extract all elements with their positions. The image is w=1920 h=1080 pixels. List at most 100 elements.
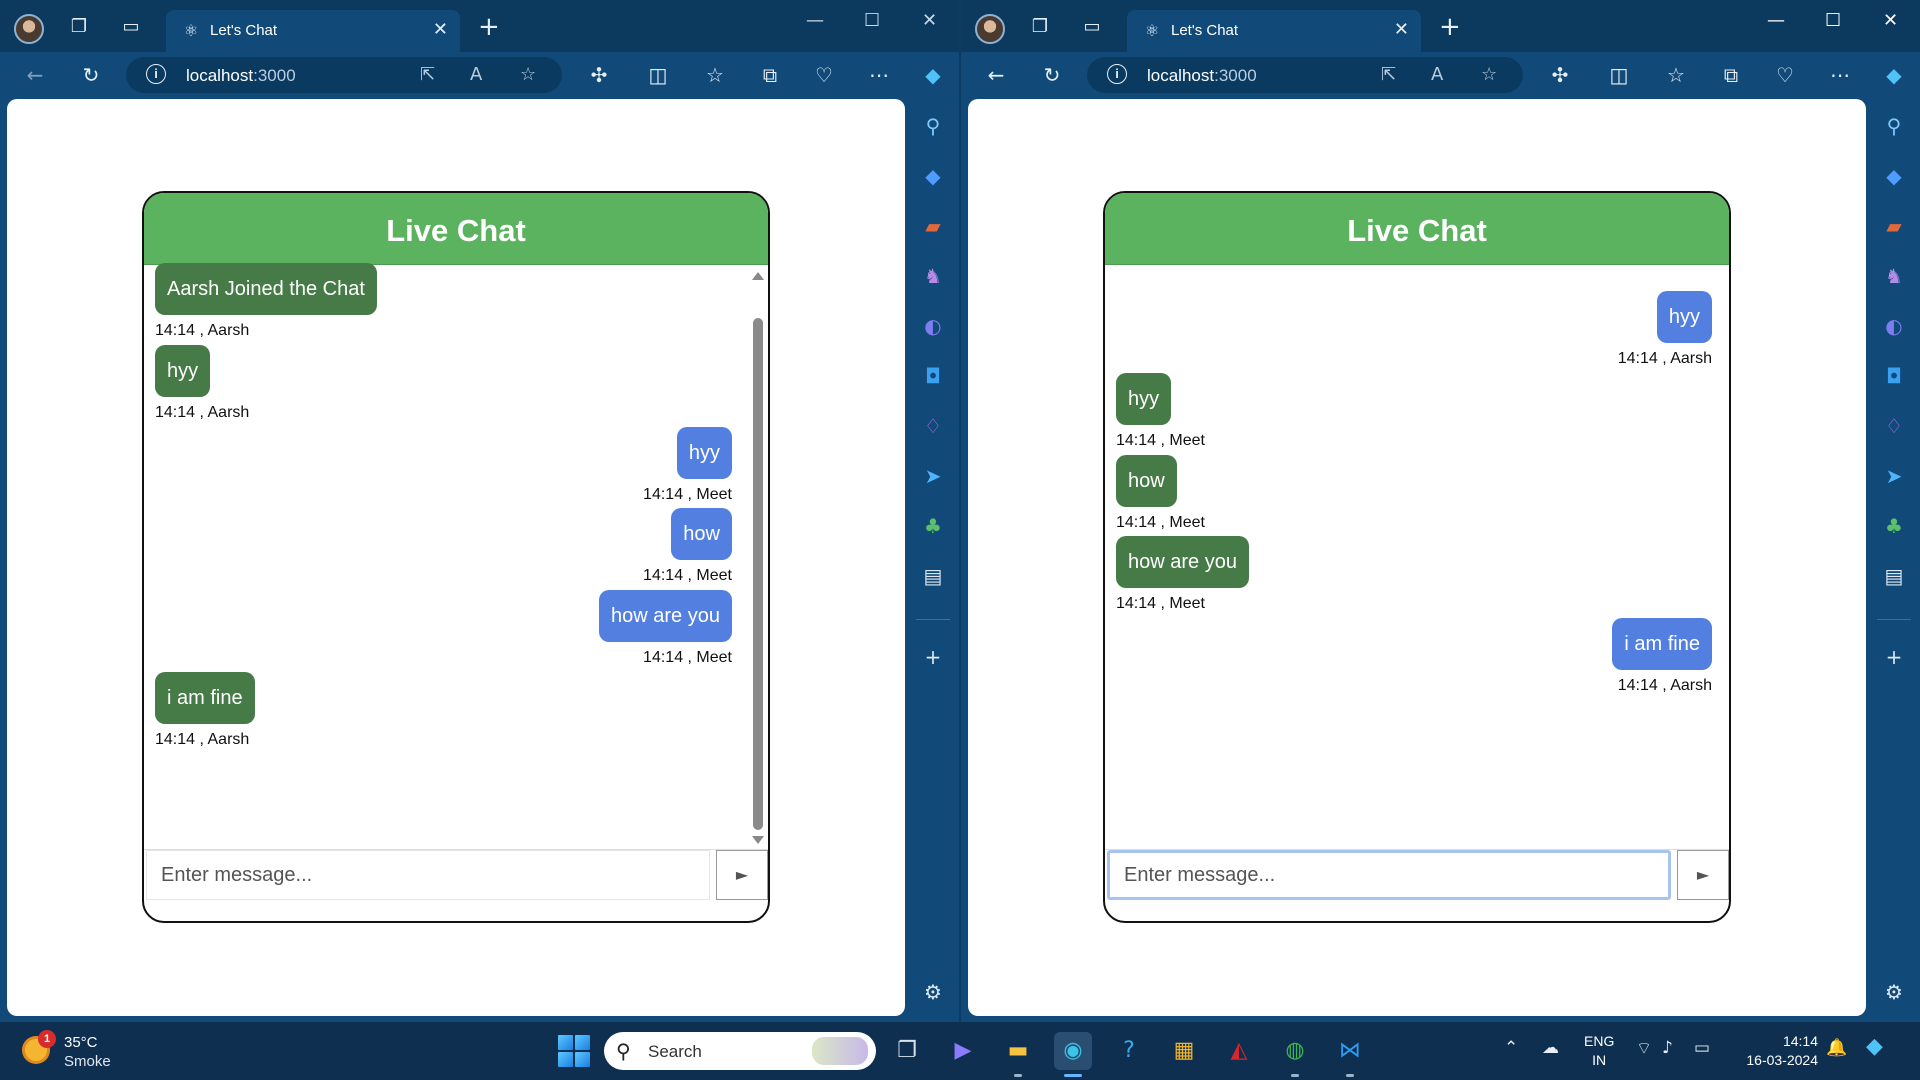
add-icon[interactable]: + — [1879, 642, 1909, 672]
send-button[interactable]: ► — [716, 850, 768, 900]
vscode-icon[interactable]: ⋈ — [1331, 1032, 1369, 1070]
help-icon[interactable]: ? — [1110, 1032, 1148, 1070]
copilot-sidebar-icon[interactable]: ◐ — [918, 311, 948, 341]
tree-icon[interactable]: ♣ — [1879, 511, 1909, 541]
edge-browser-icon[interactable]: ◉ — [1054, 1032, 1092, 1070]
close-window-icon[interactable]: ✕ — [922, 10, 937, 31]
read-aloud-icon[interactable]: A — [1431, 64, 1443, 85]
address-bar[interactable]: i localhost:3000 ⇱ A ☆ — [126, 57, 562, 93]
settings-gear-icon[interactable]: ⚙ — [918, 977, 948, 1007]
workspaces-icon[interactable]: ❐ — [1027, 14, 1053, 40]
open-in-app-icon[interactable]: ⇱ — [1381, 64, 1396, 85]
start-windows-icon[interactable] — [558, 1035, 590, 1067]
volume-icon[interactable]: ♪ — [1662, 1038, 1673, 1058]
profile-avatar[interactable] — [14, 14, 44, 44]
back-icon[interactable]: ← — [983, 62, 1009, 88]
designer-icon[interactable]: ♢ — [1879, 411, 1909, 441]
more-options-icon[interactable]: ⋯ — [866, 62, 892, 88]
message-input[interactable] — [146, 850, 710, 900]
refresh-icon[interactable]: ↻ — [78, 62, 104, 88]
settings-gear-icon[interactable]: ⚙ — [1879, 977, 1909, 1007]
add-icon[interactable]: + — [918, 642, 948, 672]
site-info-icon[interactable]: i — [1107, 64, 1127, 84]
tab-actions-icon[interactable]: ▭ — [1079, 14, 1105, 40]
copilot-icon[interactable]: ◆ — [1881, 62, 1907, 88]
send-icon[interactable]: ➤ — [1879, 461, 1909, 491]
close-window-icon[interactable]: ✕ — [1883, 10, 1898, 31]
copilot-icon[interactable]: ◆ — [920, 62, 946, 88]
address-bar[interactable]: i localhost:3000 ⇱ A ☆ — [1087, 57, 1523, 93]
tools-icon[interactable]: ▰ — [918, 211, 948, 241]
search-icon[interactable]: ⚲ — [918, 111, 948, 141]
site-info-icon[interactable]: i — [146, 64, 166, 84]
notebook-icon[interactable]: ▤ — [1879, 561, 1909, 591]
favorites-icon[interactable]: ☆ — [702, 62, 728, 88]
tab-actions-icon[interactable]: ▭ — [118, 14, 144, 40]
favorite-star-icon[interactable]: ☆ — [1481, 64, 1497, 85]
browser-essentials-icon[interactable]: ♡ — [811, 62, 837, 88]
close-tab-icon[interactable]: ✕ — [1394, 19, 1409, 40]
copilot-sidebar-icon[interactable]: ◐ — [1879, 311, 1909, 341]
workspaces-icon[interactable]: ❐ — [66, 14, 92, 40]
new-tab-icon[interactable]: + — [1439, 14, 1461, 40]
taskbar-search[interactable]: ⚲ Search — [604, 1032, 876, 1070]
file-explorer-icon[interactable]: ▬ — [999, 1032, 1037, 1070]
onedrive-cloud-icon[interactable]: ☁ — [1542, 1038, 1559, 1058]
more-options-icon[interactable]: ⋯ — [1827, 62, 1853, 88]
teams-meet-icon[interactable]: ▶ — [944, 1032, 982, 1070]
outlook-icon[interactable]: ◘ — [1879, 361, 1909, 391]
designer-icon[interactable]: ♢ — [918, 411, 948, 441]
maximize-icon[interactable]: ☐ — [864, 10, 880, 31]
favorite-star-icon[interactable]: ☆ — [520, 64, 536, 85]
read-aloud-icon[interactable]: A — [470, 64, 482, 85]
scrollbar-thumb[interactable] — [753, 318, 763, 830]
task-view-icon[interactable]: ❐ — [888, 1032, 926, 1070]
tab-lets-chat[interactable]: ⚛ Let's Chat ✕ — [1127, 10, 1421, 52]
copilot-taskbar-icon[interactable]: ◆ — [1866, 1034, 1883, 1059]
minimize-icon[interactable]: — — [1767, 10, 1785, 31]
message-input[interactable] — [1107, 850, 1671, 900]
new-tab-icon[interactable]: + — [478, 14, 500, 40]
notebook-icon[interactable]: ▤ — [918, 561, 948, 591]
scrollbar[interactable] — [750, 270, 766, 846]
extensions-icon[interactable]: ✣ — [1547, 62, 1573, 88]
outlook-icon[interactable]: ◘ — [918, 361, 948, 391]
chrome-icon[interactable]: ◍ — [1276, 1032, 1314, 1070]
back-icon[interactable]: ← — [22, 62, 48, 88]
collections-icon[interactable]: ⧉ — [1718, 62, 1744, 88]
split-screen-icon[interactable]: ◫ — [1606, 62, 1632, 88]
browser-essentials-icon[interactable]: ♡ — [1772, 62, 1798, 88]
mcafee-icon[interactable]: ◭ — [1220, 1032, 1258, 1070]
message-list[interactable]: hyy 14:14 , Aarsh hyy 14:14 , Meet how 1… — [1105, 265, 1729, 849]
games-icon[interactable]: ♞ — [1879, 261, 1909, 291]
games-icon[interactable]: ♞ — [918, 261, 948, 291]
shopping-tag-icon[interactable]: ◆ — [1879, 161, 1909, 191]
clock[interactable]: 14:14 16-03-2024 — [1728, 1032, 1818, 1070]
tree-icon[interactable]: ♣ — [918, 511, 948, 541]
message-list[interactable]: Aarsh Joined the Chat 14:14 , Aarsh hyy … — [144, 263, 768, 849]
scroll-up-arrow-icon[interactable] — [752, 272, 764, 280]
collections-icon[interactable]: ⧉ — [757, 62, 783, 88]
refresh-icon[interactable]: ↻ — [1039, 62, 1065, 88]
show-hidden-icons-chevron-icon[interactable]: ⌃ — [1504, 1038, 1518, 1058]
notifications-bell-icon[interactable]: 🔔 — [1826, 1038, 1847, 1058]
minimize-icon[interactable]: — — [806, 10, 824, 31]
language-indicator[interactable]: ENG IN — [1584, 1032, 1614, 1070]
wifi-icon[interactable]: ⌔ — [1636, 1038, 1652, 1059]
microsoft-store-icon[interactable]: ▦ — [1165, 1032, 1203, 1070]
close-tab-icon[interactable]: ✕ — [433, 19, 448, 40]
maximize-icon[interactable]: ☐ — [1825, 10, 1841, 31]
tools-icon[interactable]: ▰ — [1879, 211, 1909, 241]
scroll-down-arrow-icon[interactable] — [752, 836, 764, 844]
favorites-icon[interactable]: ☆ — [1663, 62, 1689, 88]
open-in-app-icon[interactable]: ⇱ — [420, 64, 435, 85]
weather-widget[interactable]: 1 35°C Smoke — [22, 1030, 172, 1072]
shopping-tag-icon[interactable]: ◆ — [918, 161, 948, 191]
profile-avatar[interactable] — [975, 14, 1005, 44]
tab-lets-chat[interactable]: ⚛ Let's Chat ✕ — [166, 10, 460, 52]
extensions-icon[interactable]: ✣ — [586, 62, 612, 88]
battery-icon[interactable]: ▭ — [1694, 1038, 1710, 1058]
search-icon[interactable]: ⚲ — [1879, 111, 1909, 141]
send-button[interactable]: ► — [1677, 850, 1729, 900]
send-icon[interactable]: ➤ — [918, 461, 948, 491]
